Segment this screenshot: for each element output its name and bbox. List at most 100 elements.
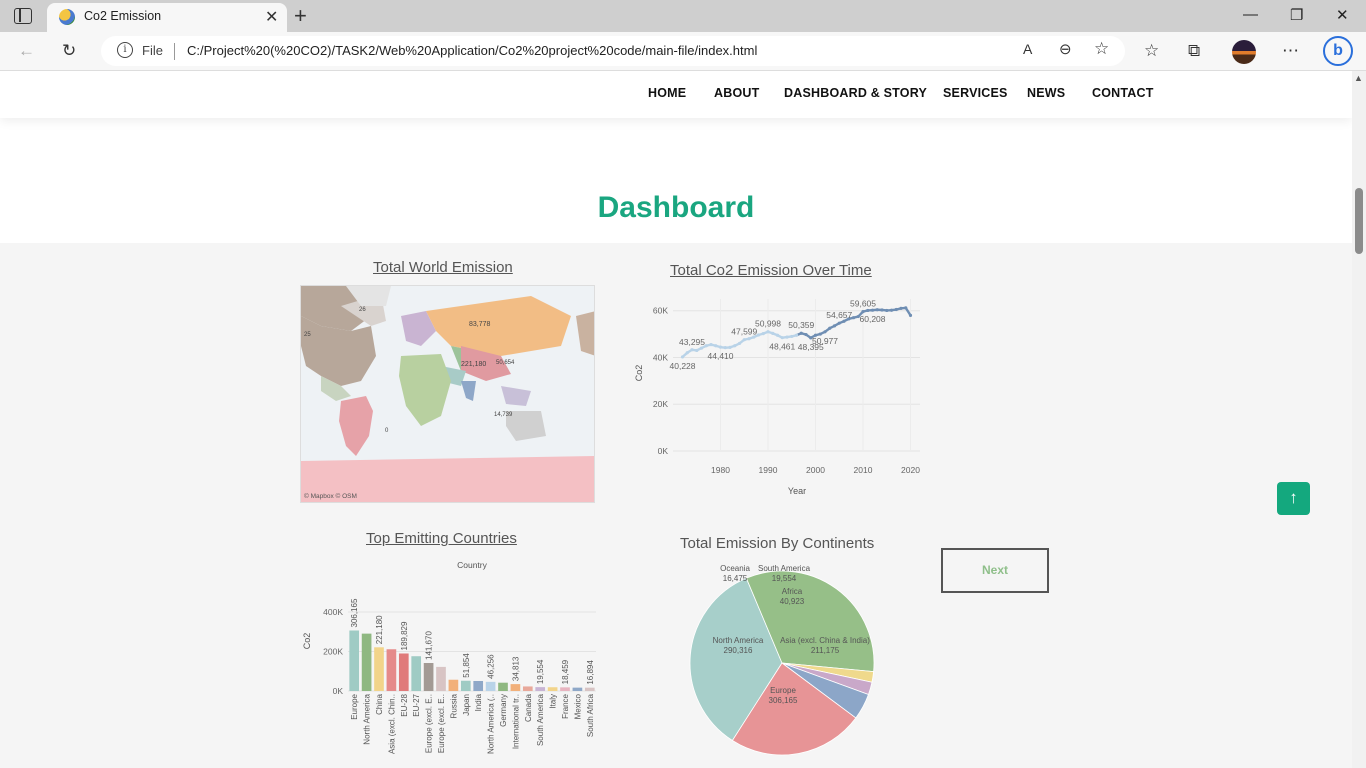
map-label: 25 (304, 332, 311, 338)
bar (349, 630, 360, 691)
browser-toolbar: ← ↻ i File C:/Project%20(%20CO2)/TASK2/W… (0, 32, 1366, 71)
zoom-icon[interactable]: ⊖ (1059, 40, 1072, 58)
back-icon[interactable]: ← (18, 41, 35, 61)
map-title[interactable]: Total World Emission (373, 259, 513, 276)
address-bar[interactable]: i File C:/Project%20(%20CO2)/TASK2/Web%2… (101, 36, 1125, 66)
address-url[interactable]: C:/Project%20(%20CO2)/TASK2/Web%20Applic… (187, 43, 757, 58)
scroll-up-icon[interactable]: ▲ (1354, 73, 1363, 83)
more-icon[interactable]: ⋯ (1282, 41, 1299, 61)
y-tick-label: 20K (653, 399, 668, 409)
nav-home[interactable]: HOME (648, 86, 686, 100)
data-label: 50,359 (788, 320, 814, 330)
bar (485, 681, 496, 691)
bar (386, 649, 397, 691)
pie-chart[interactable]: Europe306,165 North America290,316 Oceania… (680, 559, 890, 764)
line-point (704, 344, 708, 348)
bar (374, 647, 384, 691)
bar-category-label: China (375, 693, 384, 714)
bar-category-label: Japan (462, 694, 471, 716)
back-to-top-button[interactable]: ↑ (1277, 482, 1310, 515)
pie-slice-value: 290,316 (724, 646, 753, 655)
y-tick-label: 0K (658, 446, 669, 456)
pie-slice-value: 211,175 (811, 646, 840, 655)
y-tick-label: 200K (323, 646, 343, 656)
line-point (904, 306, 908, 310)
info-icon[interactable]: i (117, 42, 133, 58)
bar (522, 686, 533, 691)
x-tick-label: 1980 (711, 465, 730, 475)
pie-slice-value: 40,923 (780, 597, 805, 606)
nav-contact[interactable]: CONTACT (1092, 86, 1154, 100)
bar-chart-title[interactable]: Top Emitting Countries (366, 530, 517, 547)
nav-news[interactable]: NEWS (1027, 86, 1065, 100)
line-chart-title[interactable]: Total Co2 Emission Over Time (670, 262, 872, 279)
x-tick-label: 2000 (806, 465, 825, 475)
bar-category-label: South Africa (586, 693, 595, 737)
restore-icon[interactable]: ❐ (1290, 6, 1303, 24)
bar (535, 687, 546, 691)
pie-slice-name: Africa (782, 587, 803, 596)
refresh-icon[interactable]: ↻ (62, 41, 76, 61)
x-tick-label: 2020 (901, 465, 920, 475)
next-button[interactable]: Next (941, 548, 1049, 593)
address-separator (174, 43, 175, 60)
line-point (837, 321, 841, 325)
bar-category-label: International tr.. (511, 694, 520, 749)
close-tab-icon[interactable]: ✕ (265, 7, 278, 27)
data-label: 48,461 (769, 342, 795, 352)
data-label: 40,228 (670, 361, 696, 371)
map-attribution[interactable]: © Mapbox © OSM (304, 493, 357, 500)
x-tick-label: 2010 (854, 465, 873, 475)
line-point (889, 308, 894, 312)
page-scrollbar[interactable]: ▲ (1352, 71, 1366, 768)
bar-category-label: Europe (excl. E.. (425, 694, 434, 753)
line-point (690, 348, 694, 352)
new-tab-icon[interactable]: + (294, 3, 307, 29)
nav-services[interactable]: SERVICES (943, 86, 1008, 100)
close-window-icon[interactable]: ✕ (1336, 6, 1349, 24)
data-label: 50,998 (755, 319, 781, 329)
map-label: 26 (359, 307, 366, 313)
map-label: 14,739 (494, 412, 513, 418)
line-point (737, 341, 742, 346)
line-point (680, 355, 685, 359)
page-viewport: HOME ABOUT DASHBOARD & STORY SERVICES NE… (0, 71, 1352, 768)
collections-icon[interactable]: ⧉ (1188, 41, 1200, 61)
nav-about[interactable]: ABOUT (714, 86, 759, 100)
bar-value-label: 18,459 (561, 659, 570, 684)
line-point (699, 346, 704, 350)
profile-avatar[interactable] (1232, 40, 1256, 64)
bar-category-label: South America (536, 693, 545, 746)
bing-icon[interactable]: b (1323, 36, 1353, 66)
y-tick-label: 400K (323, 607, 343, 617)
bar-category-label: Canada (524, 693, 533, 722)
line-chart[interactable]: 0K 20K 40K 60K 1980 1990 2000 2010 2020 Year Co2 40… (630, 291, 930, 511)
scroll-thumb[interactable] (1355, 188, 1363, 254)
nav-dashboard-story[interactable]: DASHBOARD & STORY (784, 86, 927, 100)
data-label: 50,977 (812, 336, 838, 346)
line-point (790, 334, 794, 339)
bar-category-label: EU-28 (400, 693, 409, 716)
line-point (799, 331, 803, 335)
x-axis-label: Year (788, 486, 806, 496)
line-point (766, 330, 770, 334)
bar (498, 682, 508, 691)
bar-value-label: 221,180 (375, 615, 384, 644)
line-point (709, 343, 713, 347)
favorites-icon[interactable]: ☆ (1144, 41, 1159, 61)
browser-tab[interactable]: Co2 Emission ✕ (47, 3, 287, 32)
tab-actions-icon[interactable] (14, 8, 32, 24)
bar-chart[interactable]: Country 0K 200K 400K Co2 306,165 Europe North A… (300, 553, 600, 768)
bar-chart-header: Country (457, 560, 488, 570)
minimize-icon[interactable]: — (1243, 6, 1258, 23)
bar-category-label: Mexico (573, 693, 582, 719)
pie-slice-value: 16,475 (723, 574, 748, 583)
read-aloud-icon[interactable]: A (1023, 41, 1032, 57)
line-point (908, 313, 913, 317)
world-map[interactable]: 83,778 221,180 50,654 14,739 25 26 0 © M… (300, 285, 595, 503)
line-point (851, 316, 856, 320)
favorite-add-icon[interactable]: ☆ (1094, 39, 1109, 59)
y-tick-label: 0K (333, 686, 344, 696)
line-point (875, 308, 879, 312)
line-point (728, 345, 732, 350)
